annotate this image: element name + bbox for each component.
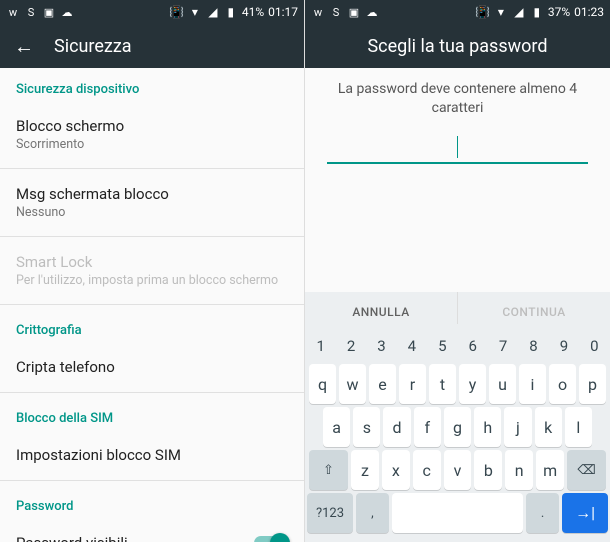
- smart-lock-item: Smart Lock Per l'utilizzo, imposta prima…: [0, 241, 304, 300]
- key-2[interactable]: 2: [337, 331, 364, 361]
- password-field-wrap: [305, 126, 610, 164]
- period-key[interactable]: .: [526, 493, 559, 533]
- divider: [0, 304, 304, 305]
- lock-screen-message-item[interactable]: Msg schermata blocco Nessuno: [0, 173, 304, 232]
- clock: 01:23: [574, 5, 604, 19]
- divider: [0, 480, 304, 481]
- wifi-calling-icon: w: [6, 5, 20, 19]
- status-bar: w S ▣ ☁ 📳 ▾ ◢ ▮ 37% 01:23: [305, 0, 610, 24]
- sync-icon: S: [329, 5, 343, 19]
- keyboard-row-1: q w e r t y u i o p: [307, 364, 608, 404]
- key-8[interactable]: 8: [520, 331, 547, 361]
- password-hint: La password deve contenere almeno 4 cara…: [305, 68, 610, 126]
- key-p[interactable]: p: [579, 364, 606, 404]
- settings-list[interactable]: Sicurezza dispositivo Blocco schermo Sco…: [0, 68, 304, 542]
- key-f[interactable]: f: [414, 407, 441, 447]
- section-crypto: Crittografia: [0, 309, 304, 346]
- sim-lock-settings-item[interactable]: Impostazioni blocco SIM: [0, 434, 304, 476]
- key-w[interactable]: w: [339, 364, 366, 404]
- enter-key[interactable]: →|: [562, 493, 608, 533]
- key-6[interactable]: 6: [459, 331, 486, 361]
- section-password: Password: [0, 485, 304, 522]
- key-x[interactable]: x: [382, 450, 410, 490]
- password-visible-item[interactable]: Password visibili: [0, 522, 304, 542]
- key-o[interactable]: o: [549, 364, 576, 404]
- page-title: Sicurezza: [54, 36, 132, 57]
- key-y[interactable]: y: [459, 364, 486, 404]
- sync-icon: S: [24, 5, 38, 19]
- key-t[interactable]: t: [429, 364, 456, 404]
- vibrate-icon: 📳: [170, 5, 184, 19]
- key-e[interactable]: e: [369, 364, 396, 404]
- password-visible-toggle[interactable]: [254, 536, 288, 542]
- key-r[interactable]: r: [399, 364, 426, 404]
- key-i[interactable]: i: [519, 364, 546, 404]
- key-h[interactable]: h: [474, 407, 501, 447]
- keyboard-row-2: a s d f g h j k l: [307, 407, 608, 447]
- battery-icon: ▮: [224, 5, 238, 19]
- divider: [0, 168, 304, 169]
- key-g[interactable]: g: [444, 407, 471, 447]
- clock: 01:17: [268, 5, 298, 19]
- cast-icon: ▣: [42, 5, 56, 19]
- key-0[interactable]: 0: [581, 331, 608, 361]
- key-s[interactable]: s: [353, 407, 380, 447]
- password-input[interactable]: [457, 136, 458, 158]
- wifi-icon: ▾: [188, 5, 202, 19]
- key-v[interactable]: v: [444, 450, 472, 490]
- cast-icon: ▣: [347, 5, 361, 19]
- symbols-key[interactable]: ?123: [307, 493, 353, 533]
- key-m[interactable]: m: [536, 450, 564, 490]
- page-title: Scegli la tua password: [367, 36, 547, 57]
- key-4[interactable]: 4: [398, 331, 425, 361]
- backspace-key[interactable]: ⌫: [567, 450, 606, 490]
- key-5[interactable]: 5: [429, 331, 456, 361]
- battery-percent: 37%: [548, 5, 570, 19]
- section-sim-lock: Blocco della SIM: [0, 397, 304, 434]
- wifi-icon: ▾: [494, 5, 508, 19]
- space-key[interactable]: [392, 493, 523, 533]
- battery-icon: ▮: [530, 5, 544, 19]
- app-bar: Scegli la tua password: [305, 24, 610, 68]
- cloud-icon: ☁: [365, 5, 379, 19]
- key-q[interactable]: q: [309, 364, 336, 404]
- keyboard-row-3: ⇧ z x c v b n m ⌫: [307, 450, 608, 490]
- key-c[interactable]: c: [413, 450, 441, 490]
- key-3[interactable]: 3: [368, 331, 395, 361]
- security-settings-screen: w S ▣ ☁ 📳 ▾ ◢ ▮ 41% 01:17 ← Sicurezza Si…: [0, 0, 305, 542]
- key-7[interactable]: 7: [489, 331, 516, 361]
- shift-key[interactable]: ⇧: [309, 450, 348, 490]
- screen-lock-item[interactable]: Blocco schermo Scorrimento: [0, 105, 304, 164]
- key-k[interactable]: k: [535, 407, 562, 447]
- keyboard: 1 2 3 4 5 6 7 8 9 0 q w e r t y u i o p …: [305, 324, 610, 542]
- keyboard-row-4: ?123 , . →|: [307, 493, 608, 533]
- signal-icon: ◢: [206, 5, 220, 19]
- comma-key[interactable]: ,: [356, 493, 389, 533]
- key-l[interactable]: l: [565, 407, 592, 447]
- key-1[interactable]: 1: [307, 331, 334, 361]
- battery-percent: 41%: [242, 5, 264, 19]
- keyboard-number-row: 1 2 3 4 5 6 7 8 9 0: [307, 331, 608, 361]
- vibrate-icon: 📳: [476, 5, 490, 19]
- key-n[interactable]: n: [505, 450, 533, 490]
- choose-password-screen: w S ▣ ☁ 📳 ▾ ◢ ▮ 37% 01:23 Scegli la tua …: [305, 0, 610, 542]
- key-u[interactable]: u: [489, 364, 516, 404]
- status-bar: w S ▣ ☁ 📳 ▾ ◢ ▮ 41% 01:17: [0, 0, 304, 24]
- signal-icon: ◢: [512, 5, 526, 19]
- key-a[interactable]: a: [323, 407, 350, 447]
- key-j[interactable]: j: [504, 407, 531, 447]
- divider: [0, 392, 304, 393]
- section-device-security: Sicurezza dispositivo: [0, 68, 304, 105]
- app-bar: ← Sicurezza: [0, 24, 304, 68]
- key-d[interactable]: d: [383, 407, 410, 447]
- key-b[interactable]: b: [474, 450, 502, 490]
- key-9[interactable]: 9: [550, 331, 577, 361]
- wifi-calling-icon: w: [311, 5, 325, 19]
- divider: [0, 236, 304, 237]
- encrypt-phone-item[interactable]: Cripta telefono: [0, 346, 304, 388]
- key-z[interactable]: z: [351, 450, 379, 490]
- back-icon[interactable]: ←: [14, 34, 34, 59]
- cloud-icon: ☁: [60, 5, 74, 19]
